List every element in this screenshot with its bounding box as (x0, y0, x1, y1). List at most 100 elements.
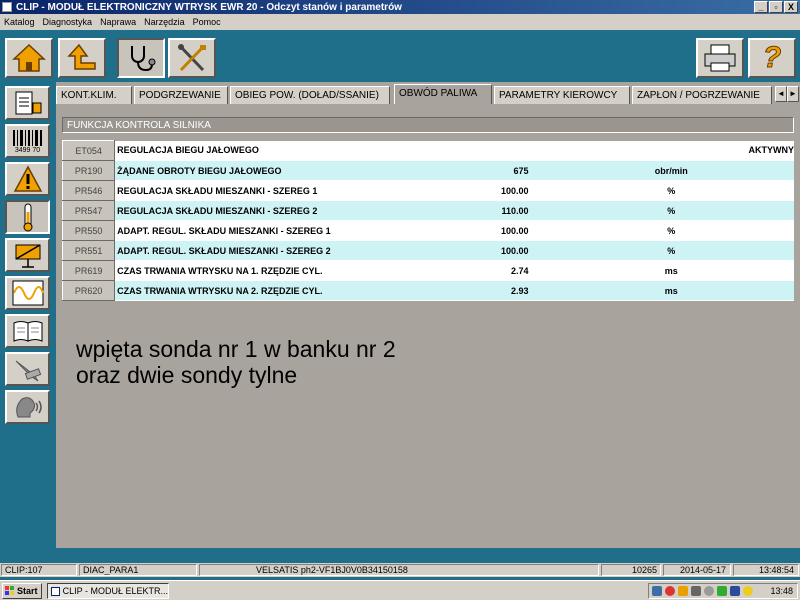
param-value: 110.00 (428, 200, 549, 221)
sidebar-parameters-button[interactable] (5, 200, 50, 234)
parameters-table: ET054 REGULACJA BIEGU JAŁOWEGO AKTYWNY P… (61, 140, 794, 301)
speech-icon (15, 397, 42, 418)
book-icon (13, 321, 42, 342)
status-vehicle: VELSATIS ph2-VF1BJ0V0B34150158 (199, 564, 599, 576)
param-value: 100.00 (428, 180, 549, 201)
sidebar-repair-button[interactable] (5, 352, 50, 386)
start-label: Start (17, 586, 38, 596)
table-row[interactable]: ET054 REGULACJA BIEGU JAŁOWEGO AKTYWNY (61, 140, 794, 161)
sidebar-manual-button[interactable] (5, 314, 50, 348)
param-value: 100.00 (428, 240, 549, 261)
help-button[interactable]: ? (748, 38, 796, 78)
status-date: 2014-05-17 (663, 564, 731, 576)
tab-zaplon[interactable]: ZAPŁON / POGRZEWANIE (632, 86, 772, 104)
tools-wrench-icon (15, 360, 41, 382)
back-button[interactable] (58, 38, 106, 78)
param-unit: % (548, 220, 794, 241)
settings-icon[interactable] (704, 586, 714, 596)
table-row[interactable]: PR619 CZAS TRWANIA WTRYSKU NA 1. RZĘDZIE… (61, 260, 794, 281)
repair-button[interactable] (168, 38, 216, 78)
param-status: AKTYWNY (428, 140, 794, 161)
overlay-note: wpięta sonda nr 1 w banku nr 2 oraz dwie… (76, 336, 396, 388)
param-unit: % (548, 200, 794, 221)
taskbar-window-label: CLIP - MODUŁ ELEKTR... (62, 586, 168, 596)
warning-icon (13, 165, 42, 192)
disk-icon[interactable] (730, 586, 740, 596)
param-unit: % (548, 180, 794, 201)
status-code: 10265 (601, 564, 661, 576)
menu-naprawa[interactable]: Naprawa (100, 17, 136, 27)
menu-diagnostyka[interactable]: Diagnostyka (43, 17, 93, 27)
param-name: CZAS TRWANIA WTRYSKU NA 2. RZĘDZIE CYL. (114, 280, 429, 301)
status-clip: CLIP:107 (1, 564, 77, 576)
table-row[interactable]: PR551 ADAPT. REGUL. SKŁADU MIESZANKI - S… (61, 240, 794, 261)
barcode-text: 3499 70 (14, 146, 41, 154)
tab-bar: KONT.KLIM. PODGRZEWANIE OBIEG POW. (DOŁA… (56, 84, 800, 104)
sidebar-actuators-button[interactable] (5, 238, 50, 272)
actuator-icon (15, 244, 40, 268)
param-name: ADAPT. REGUL. SKŁADU MIESZANKI - SZEREG … (114, 220, 429, 241)
menu-katalog[interactable]: Katalog (4, 17, 35, 27)
tab-parametry-kierowcy[interactable]: PARAMETRY KIEROWCY (494, 86, 630, 104)
param-code: PR550 (61, 220, 116, 241)
close-button[interactable]: X (784, 1, 798, 13)
document-icon (15, 91, 41, 115)
param-code: PR546 (61, 180, 116, 201)
restore-button[interactable]: ▫ (769, 1, 783, 13)
window-title: CLIP - MODUŁ ELEKTRONICZNY WTRYSK EWR 20… (16, 1, 402, 13)
shield-icon[interactable] (691, 586, 701, 596)
diagnostics-button[interactable] (117, 38, 165, 78)
param-value: 675 (428, 160, 549, 181)
param-code: ET054 (61, 140, 116, 161)
window-icon (51, 586, 60, 596)
table-row[interactable]: PR550 ADAPT. REGUL. SKŁADU MIESZANKI - S… (61, 220, 794, 241)
table-row[interactable]: PR620 CZAS TRWANIA WTRYSKU NA 2. RZĘDZIE… (61, 280, 794, 301)
print-button[interactable] (696, 38, 744, 78)
stethoscope-icon (131, 46, 156, 72)
tab-obwod-paliwa[interactable]: OBWÓD PALIWA (394, 84, 492, 104)
param-value: 100.00 (428, 220, 549, 241)
system-tray: 13:48 (648, 583, 798, 599)
app-icon (2, 2, 12, 12)
tab-scroll-left-button[interactable]: ◄ (775, 86, 787, 102)
sidebar-faults-button[interactable] (5, 162, 50, 196)
barcode-icon (12, 129, 42, 146)
param-code: PR190 (61, 160, 116, 181)
sidebar-measurements-button[interactable] (5, 276, 50, 310)
minimize-button[interactable]: _ (754, 1, 768, 13)
alert-icon[interactable] (665, 586, 675, 596)
table-row[interactable]: PR547 REGULACJA SKŁADU MIESZANKI - SZERE… (61, 200, 794, 221)
home-button[interactable] (5, 38, 53, 78)
menu-bar: Katalog Diagnostyka Naprawa Narzędzia Po… (0, 14, 800, 30)
taskbar-clip-window[interactable]: CLIP - MODUŁ ELEKTR... (47, 583, 169, 599)
param-name: REGULACJA SKŁADU MIESZANKI - SZEREG 2 (114, 200, 429, 221)
tab-scroll-right-button[interactable]: ► (787, 86, 799, 102)
start-button[interactable]: Start (2, 583, 42, 599)
tab-obieg-pow[interactable]: OBIEG POW. (DOŁAD/SSANIE) (230, 86, 390, 104)
menu-narzedzia[interactable]: Narzędzia (144, 17, 185, 27)
antivirus-icon[interactable] (678, 586, 688, 596)
update-icon[interactable] (717, 586, 727, 596)
sidebar-voice-button[interactable] (5, 390, 50, 424)
network-icon[interactable] (652, 586, 662, 596)
menu-pomoc[interactable]: Pomoc (193, 17, 221, 27)
tab-kont-klim[interactable]: KONT.KLIM. (56, 86, 132, 104)
param-name: CZAS TRWANIA WTRYSKU NA 1. RZĘDZIE CYL. (114, 260, 429, 281)
oscilloscope-icon (12, 280, 44, 306)
param-unit: obr/min (548, 160, 794, 181)
taskbar: Start CLIP - MODUŁ ELEKTR... 13:48 (0, 580, 800, 600)
back-arrow-icon (67, 43, 96, 70)
bulb-icon[interactable] (743, 586, 753, 596)
param-unit: % (548, 240, 794, 261)
thermometer-icon (23, 203, 32, 232)
printer-icon (704, 44, 736, 72)
status-diag: DIAC_PARA1 (79, 564, 197, 576)
window-controls: _ ▫ X (754, 1, 798, 13)
status-time: 13:48:54 (733, 564, 799, 576)
toolbar: ? (0, 30, 800, 86)
table-row[interactable]: PR546 REGULACJA SKŁADU MIESZANKI - SZERE… (61, 180, 794, 201)
table-row[interactable]: PR190 ŻĄDANE OBROTY BIEGU JAŁOWEGO 675 o… (61, 160, 794, 181)
sidebar-documents-button[interactable] (5, 86, 50, 120)
tab-podgrzewanie[interactable]: PODGRZEWANIE (134, 86, 228, 104)
sidebar-identification-button[interactable]: 3499 70 (5, 124, 50, 158)
